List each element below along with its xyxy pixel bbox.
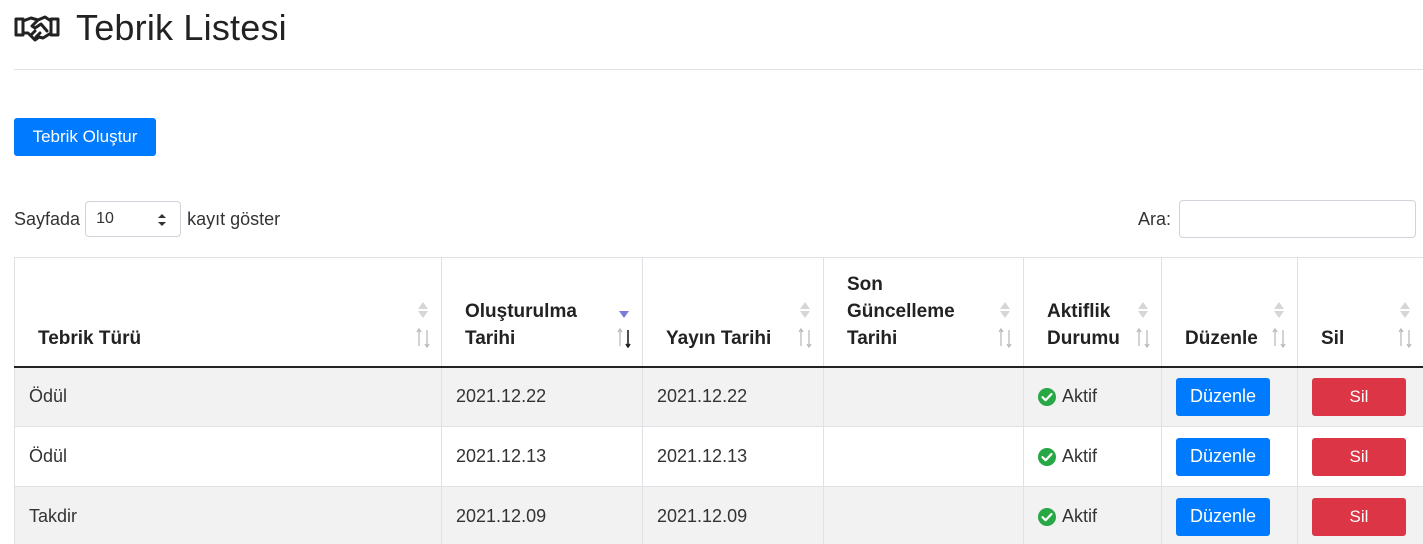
cell-updated — [823, 366, 1024, 427]
cell-delete: Sil — [1297, 486, 1423, 544]
column-header-duzenle[interactable]: Düzenle — [1161, 257, 1298, 368]
cell-status: Aktif — [1023, 486, 1162, 544]
create-tebrik-button[interactable]: Tebrik Oluştur — [14, 118, 156, 156]
check-circle-icon — [1038, 387, 1056, 406]
check-circle-icon — [1038, 507, 1056, 526]
search-label: Ara: — [1137, 208, 1171, 229]
page-title: Tebrik Listesi — [76, 7, 287, 48]
column-header-label: Düzenle — [1185, 327, 1258, 349]
cell-status: Aktif — [1023, 426, 1162, 487]
column-header-label: Sil — [1321, 327, 1345, 349]
page-length-value: 10 — [96, 210, 114, 227]
page-length-control: Sayfada 10 kayıt göster — [14, 200, 280, 238]
column-header-olusturulma-tarihi[interactable]: Oluşturulma Tarihi — [441, 257, 643, 368]
header-divider — [14, 69, 1423, 70]
sort-icon — [1136, 301, 1150, 348]
edit-button[interactable]: Düzenle — [1176, 497, 1270, 536]
search-control: Ara: — [1138, 200, 1416, 238]
delete-button[interactable]: Sil — [1312, 497, 1406, 536]
column-header-sil[interactable]: Sil — [1297, 257, 1423, 368]
cell-created: 2021.12.22 — [441, 366, 643, 427]
status-badge: Aktif — [1038, 446, 1161, 467]
status-badge: Aktif — [1038, 386, 1161, 407]
table-row: Ödül 2021.12.13 2021.12.13 Aktif Düzenle… — [14, 426, 1423, 487]
sort-desc-icon — [617, 310, 631, 348]
cell-updated — [823, 426, 1024, 487]
delete-button[interactable]: Sil — [1312, 377, 1406, 416]
cell-edit: Düzenle — [1161, 486, 1298, 544]
sort-icon — [798, 301, 812, 348]
cell-type: Ödül — [14, 426, 442, 487]
table-row: Takdir 2021.12.09 2021.12.09 Aktif Düzen… — [14, 486, 1423, 544]
cell-delete: Sil — [1297, 426, 1423, 487]
column-header-label: Oluşturulma Tarihi — [465, 300, 577, 349]
cell-published: 2021.12.13 — [642, 426, 824, 487]
status-badge: Aktif — [1038, 506, 1161, 527]
sort-icon — [998, 301, 1012, 348]
cell-status: Aktif — [1023, 366, 1162, 427]
cell-created: 2021.12.13 — [441, 426, 643, 487]
table-row: Ödül 2021.12.22 2021.12.22 Aktif Düzenle… — [14, 366, 1423, 427]
column-header-yayin-tarihi[interactable]: Yayın Tarihi — [642, 257, 824, 368]
column-header-tebrik-turu[interactable]: Tebrik Türü — [14, 257, 442, 368]
column-header-label: Aktiflik Durumu — [1047, 300, 1120, 349]
edit-button[interactable]: Düzenle — [1176, 377, 1270, 416]
cell-type: Ödül — [14, 366, 442, 427]
column-header-aktiflik-durumu[interactable]: Aktiflik Durumu — [1023, 257, 1162, 368]
length-suffix-label: kayıt göster — [187, 208, 281, 229]
cell-delete: Sil — [1297, 366, 1423, 427]
handshake-icon — [14, 15, 60, 42]
column-header-label: Yayın Tarihi — [666, 327, 772, 349]
sort-icon — [1272, 301, 1286, 348]
page: Tebrik Listesi Tebrik Oluştur Sayfada 10… — [0, 0, 1423, 544]
column-header-son-guncelleme-tarihi[interactable]: Son Güncelleme Tarihi — [823, 257, 1024, 368]
page-header: Tebrik Listesi — [14, 6, 287, 50]
cell-published: 2021.12.09 — [642, 486, 824, 544]
cell-edit: Düzenle — [1161, 366, 1298, 427]
status-text: Aktif — [1062, 446, 1098, 466]
cell-updated — [823, 486, 1024, 544]
delete-button[interactable]: Sil — [1312, 437, 1406, 476]
status-text: Aktif — [1062, 386, 1098, 407]
search-input[interactable] — [1179, 200, 1416, 238]
table-header-row: Tebrik Türü Oluşturulma Tarihi Yayın Tar… — [14, 257, 1423, 368]
cell-edit: Düzenle — [1161, 426, 1298, 487]
column-header-label: Tebrik Türü — [38, 327, 142, 349]
page-length-select[interactable]: 10 — [85, 201, 182, 237]
select-arrows-icon — [158, 214, 167, 226]
cell-type: Takdir — [14, 486, 442, 544]
length-prefix-label: Sayfada — [14, 208, 81, 229]
cell-published: 2021.12.22 — [642, 366, 824, 427]
check-circle-icon — [1038, 447, 1056, 466]
column-header-label: Son Güncelleme Tarihi — [847, 273, 955, 349]
status-text: Aktif — [1062, 506, 1098, 526]
tebrik-table: Tebrik Türü Oluşturulma Tarihi Yayın Tar… — [14, 257, 1423, 544]
edit-button[interactable]: Düzenle — [1176, 437, 1270, 476]
sort-icon — [416, 301, 430, 348]
cell-created: 2021.12.09 — [441, 486, 643, 544]
sort-icon — [1398, 301, 1412, 348]
